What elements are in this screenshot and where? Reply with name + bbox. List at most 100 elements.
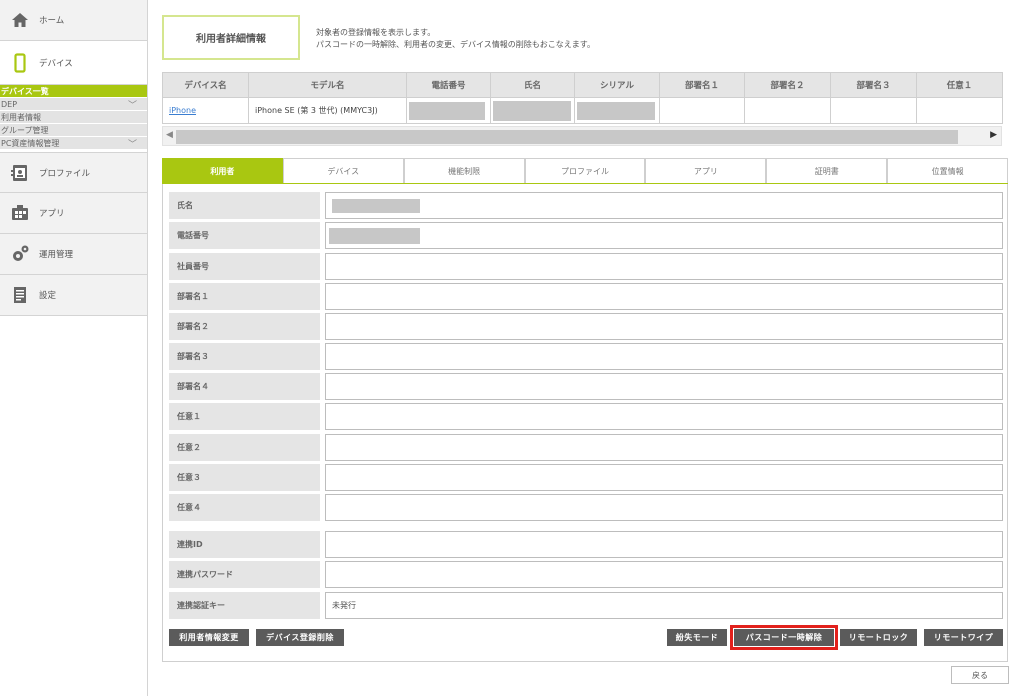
column-header: 部署名３ [830,72,917,98]
link-password-field [325,561,1003,588]
profile-icon [10,163,30,183]
remote-wipe-button[interactable]: リモートワイプ [924,629,1003,646]
serial-cell [574,97,660,124]
form-row-dept2: 部署名２ [169,313,1003,340]
nav-device[interactable]: デバイス [0,41,147,85]
dept3-field [325,343,1003,370]
passcode-release-button[interactable]: パスコード一時解除 [734,629,834,646]
form-row-dept3: 部署名３ [169,343,1003,370]
column-header: 部署名２ [744,72,831,98]
tab-app[interactable]: アプリ [645,158,767,183]
chevron-down-icon: ﹀ [127,139,137,150]
optional3-field [325,464,1003,491]
column-header: デバイス名 [162,72,249,98]
form-row-optional4: 任意４ [169,494,1003,521]
column-header: 任意１ [916,72,1003,98]
nav-settings[interactable]: 設定 [0,275,147,316]
column-header: 氏名 [490,72,575,98]
home-icon [10,10,30,30]
form-row-dept4: 部署名４ [169,373,1003,400]
field-label: 社員番号 [169,253,320,280]
redacted-block [493,100,571,121]
nav-operation-label: 運用管理 [39,250,74,260]
nav-profile[interactable]: プロファイル [0,152,147,193]
column-header: モデル名 [248,72,407,98]
nav-home[interactable]: ホーム [0,0,147,41]
field-label: 任意３ [169,464,320,491]
smartphone-icon [10,52,30,73]
column-header: 電話番号 [406,72,491,98]
form-row-link-id: 連携ID [169,531,1003,558]
tab-user[interactable]: 利用者 [162,158,283,183]
dept1-cell [659,97,745,124]
lost-mode-button[interactable]: 紛失モード [667,629,727,646]
redacted-block [409,101,485,120]
horizontal-scrollbar[interactable]: ◀ ▶ [162,126,1002,146]
redacted-block [332,198,420,213]
redacted-block [329,227,420,244]
back-button[interactable]: 戻る [951,666,1009,684]
form-row-optional2: 任意２ [169,434,1003,461]
name-field [325,192,1003,219]
tab-certificate[interactable]: 証明書 [766,158,888,183]
tab-restrictions[interactable]: 機能制限 [403,158,525,183]
device-submenu: デバイス一覧 DEP ﹀ 利用者情報 グループ管理 PC資産情報管理 ﹀ [0,85,147,152]
table-header-row: デバイス名 モデル名 電話番号 氏名 シリアル 部署名１ 部署名２ 部署名３ 任… [162,72,1003,98]
field-label: 部署名３ [169,343,320,370]
sidebar-item-user-info[interactable]: 利用者情報 [0,111,147,124]
description-line-1: 対象者の登録情報を表示します。 [316,28,436,37]
form-row-name: 氏名 [169,192,1003,219]
page-description: 対象者の登録情報を表示します。 パスコードの一時解除、利用者の変更、デバイス情報… [316,27,595,51]
nav-app[interactable]: アプリ [0,193,147,234]
sidebar-item-label: デバイス一覧 [1,86,49,96]
nav-profile-label: プロファイル [39,168,91,179]
redacted-block [577,101,655,120]
page-title: 利用者詳細情報 [162,15,300,60]
delete-device-button[interactable]: デバイス登録削除 [256,629,344,646]
optional4-field [325,494,1003,521]
sidebar-item-label: DEP [1,99,18,109]
tab-profile[interactable]: プロファイル [524,158,646,183]
device-name-link[interactable]: iPhone [169,106,196,115]
form-row-employee-no: 社員番号 [169,253,1003,280]
device-table: デバイス名 モデル名 電話番号 氏名 シリアル 部署名１ 部署名２ 部署名３ 任… [162,72,1003,124]
optional2-field [325,434,1003,461]
main-content: 利用者詳細情報 対象者の登録情報を表示します。 パスコードの一時解除、利用者の変… [148,0,1024,696]
sidebar-item-dep[interactable]: DEP ﹀ [0,98,147,111]
sidebar-item-pc-assets[interactable]: PC資産情報管理 ﹀ [0,137,147,150]
scroll-left-icon[interactable]: ◀ [166,130,173,140]
link-id-field [325,531,1003,558]
change-user-info-button[interactable]: 利用者情報変更 [169,629,249,646]
dept1-field [325,283,1003,310]
tab-device[interactable]: デバイス [282,158,404,183]
optional1-field [325,403,1003,430]
form-row-optional1: 任意１ [169,403,1003,430]
field-label: 連携認証キー [169,592,320,619]
remote-lock-button[interactable]: リモートロック [840,629,917,646]
field-label: 任意４ [169,494,320,521]
scroll-right-icon[interactable]: ▶ [990,130,997,140]
app-icon [10,203,30,223]
document-icon [10,285,30,305]
scrollbar-thumb[interactable] [176,130,958,144]
chevron-down-icon: ﹀ [127,100,137,111]
field-label: 連携ID [169,531,320,558]
form-row-link-auth-key: 連携認証キー 未発行 [169,592,1003,619]
form-row-optional3: 任意３ [169,464,1003,491]
phone-cell [406,97,491,124]
nav-operation[interactable]: 運用管理 [0,234,147,275]
model-cell: iPhone SE (第 3 世代) (MMYC3J) [248,97,407,124]
sidebar-item-label: PC資産情報管理 [1,138,60,148]
field-label: 氏名 [169,192,320,219]
sidebar: ホーム デバイス デバイス一覧 DEP ﹀ 利用者情報 グループ管理 PC資産情… [0,0,148,696]
sidebar-item-label: グループ管理 [1,125,49,135]
dept2-cell [744,97,831,124]
sidebar-item-group[interactable]: グループ管理 [0,124,147,137]
dept4-field [325,373,1003,400]
form-row-dept1: 部署名１ [169,283,1003,310]
optional1-cell [916,97,1003,124]
tab-location[interactable]: 位置情報 [887,158,1009,183]
phone-field [325,222,1003,249]
column-header: シリアル [574,72,660,98]
sidebar-item-device-list[interactable]: デバイス一覧 [0,85,147,98]
